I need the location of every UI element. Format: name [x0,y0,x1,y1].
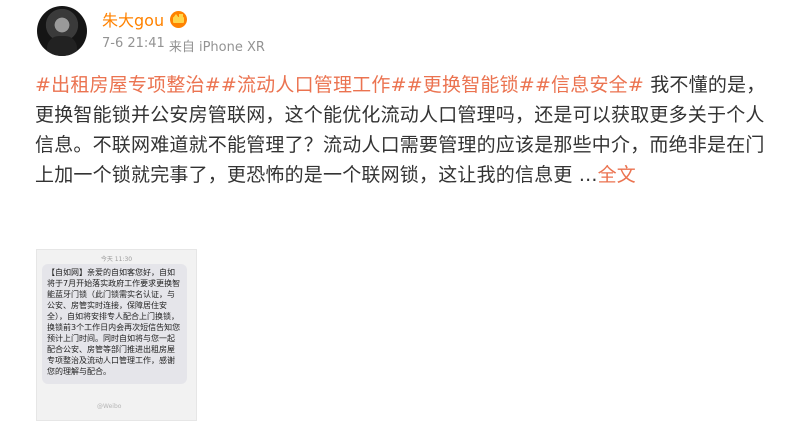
image-watermark: @Weibo [97,403,122,410]
hashtag-link[interactable]: #更换智能锁# [407,74,535,96]
post-text: #出租房屋专项整治##流动人口管理工作##更换智能锁##信息安全# 我不懂的是，… [35,70,770,190]
user-header: 朱大gou [102,7,188,31]
post-source: 来自 iPhone XR [168,40,265,55]
username-link[interactable]: 朱大gou [102,7,164,31]
hashtag-link[interactable]: #出租房屋专项整治# [35,74,221,96]
avatar-figure [47,36,77,56]
sms-bubble: 【自如网】亲爱的自如客您好，自如将于7月开始落实政府工作要求更换智能蓝牙门锁（此… [42,264,187,384]
post-meta: 7-6 21:41 来自 iPhone XR [102,36,265,55]
expand-full-text-link[interactable]: 全文 [598,164,636,186]
post-image[interactable]: 今天 11:30 【自如网】亲爱的自如客您好，自如将于7月开始落实政府工作要求更… [36,249,197,421]
post-time[interactable]: 7-6 21:41 [102,36,165,55]
hashtag-link[interactable]: #流动人口管理工作# [221,74,407,96]
sms-time: 今天 11:30 [100,256,133,263]
crown-badge-icon[interactable] [170,10,188,28]
hashtag-link[interactable]: #信息安全# [535,74,644,96]
avatar[interactable] [37,6,87,56]
